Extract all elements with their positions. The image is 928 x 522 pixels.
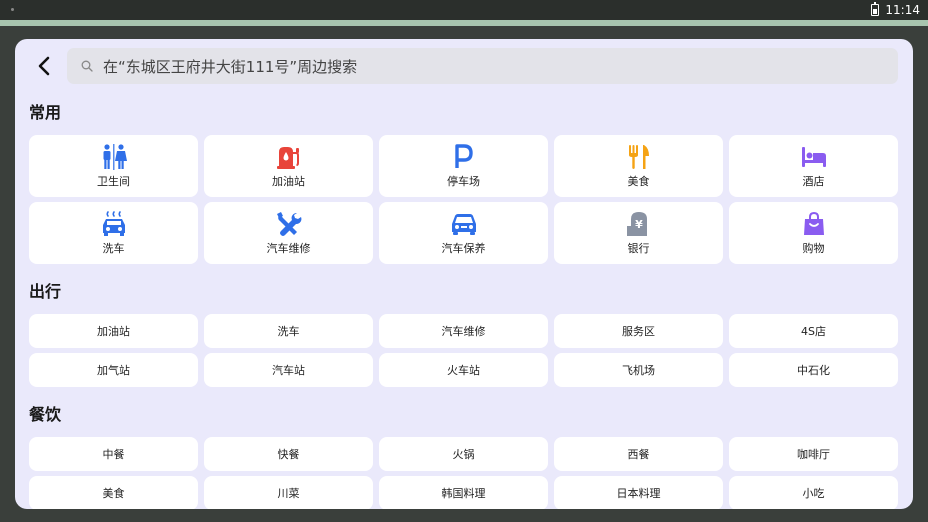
search-placeholder: 在“东城区王府井大街111号”周边搜索 — [103, 57, 358, 76]
category-label: 银行 — [627, 242, 650, 255]
category-bank[interactable]: ¥ 银行 — [554, 202, 723, 264]
category-food[interactable]: 美食 — [554, 135, 723, 197]
fork-knife-icon — [625, 143, 653, 171]
category-label: 美食 — [627, 175, 650, 188]
category-label: 停车场 — [447, 175, 480, 188]
bank-icon: ¥ — [625, 210, 653, 238]
chevron-left-icon — [38, 56, 50, 76]
dining-item[interactable]: 川菜 — [204, 476, 373, 509]
category-label: 卫生间 — [97, 175, 130, 188]
shopping-bag-icon — [800, 210, 828, 238]
status-time: 11:14 — [885, 3, 920, 17]
dining-item[interactable]: 韩国料理 — [379, 476, 548, 509]
parking-icon — [450, 143, 478, 171]
section-title-common: 常用 — [29, 103, 62, 122]
travel-item[interactable]: 洗车 — [204, 314, 373, 348]
category-car-maintenance[interactable]: 汽车保养 — [379, 202, 548, 264]
category-car-repair[interactable]: 汽车维修 — [204, 202, 373, 264]
category-shopping[interactable]: 购物 — [729, 202, 898, 264]
dining-item[interactable]: 西餐 — [554, 437, 723, 471]
dining-item[interactable]: 火锅 — [379, 437, 548, 471]
svg-text:¥: ¥ — [635, 218, 643, 231]
status-bar: 11:14 — [0, 0, 928, 20]
category-label: 洗车 — [102, 242, 125, 255]
travel-item[interactable]: 4S店 — [729, 314, 898, 348]
dining-item[interactable]: 美食 — [29, 476, 198, 509]
search-icon — [81, 59, 95, 73]
category-restroom[interactable]: 卫生间 — [29, 135, 198, 197]
section-title-dining: 餐饮 — [29, 405, 62, 424]
status-right: 11:14 — [871, 2, 920, 17]
category-hotel[interactable]: 酒店 — [729, 135, 898, 197]
car-maintenance-icon — [450, 210, 478, 238]
travel-item[interactable]: 服务区 — [554, 314, 723, 348]
battery-icon — [871, 2, 880, 16]
category-label: 加油站 — [272, 175, 305, 188]
travel-item[interactable]: 中石化 — [729, 353, 898, 387]
dining-item[interactable]: 日本料理 — [554, 476, 723, 509]
bed-icon — [800, 143, 828, 171]
travel-item[interactable]: 加油站 — [29, 314, 198, 348]
category-label: 酒店 — [802, 175, 825, 188]
car-wash-icon — [100, 210, 128, 238]
category-label: 汽车保养 — [441, 242, 486, 255]
dining-item[interactable]: 快餐 — [204, 437, 373, 471]
travel-item[interactable]: 飞机场 — [554, 353, 723, 387]
category-label: 汽车维修 — [266, 242, 311, 255]
category-parking[interactable]: 停车场 — [379, 135, 548, 197]
travel-grid: 加油站 洗车 汽车维修 服务区 4S店 加气站 汽车站 火车站 飞机场 中石化 — [29, 314, 898, 387]
category-gas-station[interactable]: 加油站 — [204, 135, 373, 197]
top-accent-strip — [0, 20, 928, 26]
travel-item[interactable]: 汽车站 — [204, 353, 373, 387]
dining-item[interactable]: 咖啡厅 — [729, 437, 898, 471]
category-label: 购物 — [802, 242, 825, 255]
wrench-screwdriver-icon — [275, 210, 303, 238]
search-input[interactable]: 在“东城区王府井大街111号”周边搜索 — [67, 48, 898, 84]
restroom-icon — [100, 143, 128, 171]
travel-item[interactable]: 加气站 — [29, 353, 198, 387]
common-grid: 卫生间 加油站 停车场 美食 酒店 洗车 汽车维修 汽车保养 ¥ 银行 购物 — [29, 135, 898, 264]
dining-grid: 中餐 快餐 火锅 西餐 咖啡厅 美食 川菜 韩国料理 日本料理 小吃 — [29, 437, 898, 509]
dining-item[interactable]: 中餐 — [29, 437, 198, 471]
notification-dot — [11, 8, 14, 11]
back-button[interactable] — [29, 53, 59, 79]
section-title-travel: 出行 — [29, 282, 62, 301]
gas-station-icon — [275, 143, 303, 171]
travel-item[interactable]: 汽车维修 — [379, 314, 548, 348]
travel-item[interactable]: 火车站 — [379, 353, 548, 387]
dining-item[interactable]: 小吃 — [729, 476, 898, 509]
nearby-search-panel: 在“东城区王府井大街111号”周边搜索 常用 卫生间 加油站 停车场 美食 酒店… — [15, 39, 913, 509]
category-car-wash[interactable]: 洗车 — [29, 202, 198, 264]
